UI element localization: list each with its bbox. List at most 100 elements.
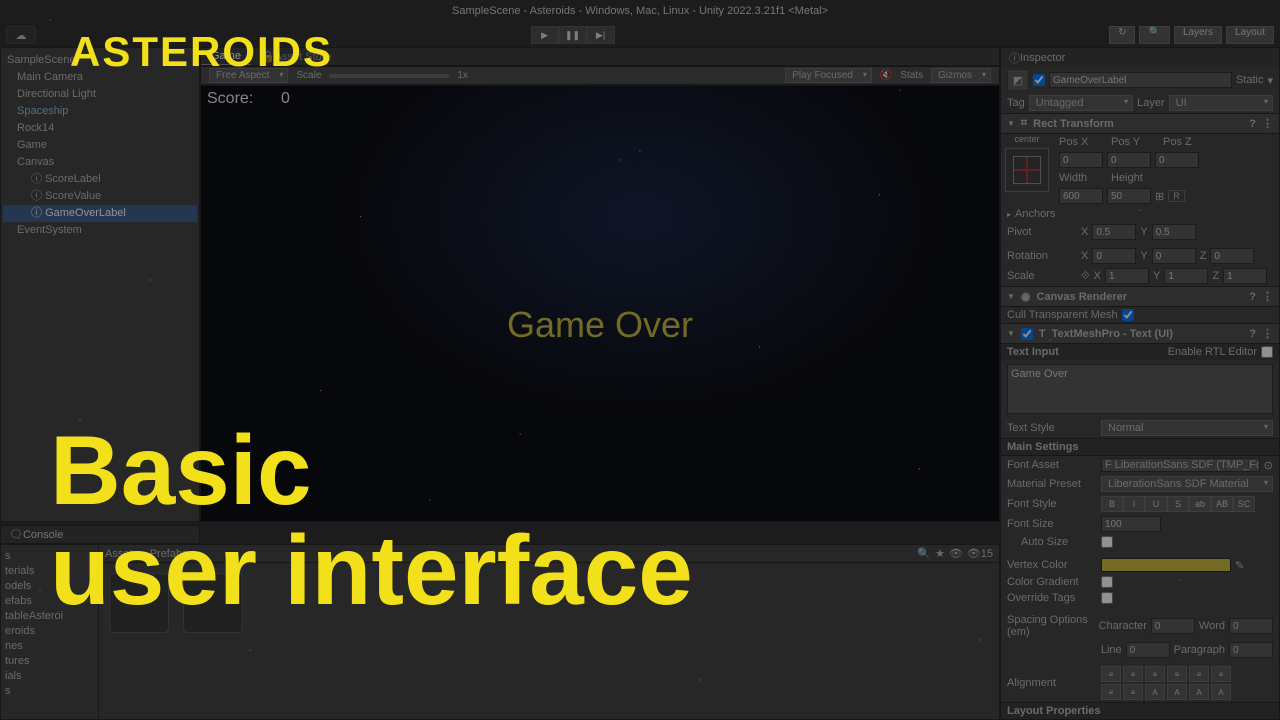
play-focused-dropdown[interactable]: Play Focused <box>785 68 872 83</box>
scale-y-field[interactable] <box>1164 268 1208 284</box>
color-gradient-checkbox[interactable] <box>1101 576 1113 588</box>
hidden-icon[interactable]: 👁 <box>949 547 963 560</box>
rot-y-field[interactable] <box>1152 248 1196 264</box>
gameobject-icon[interactable]: ◩ <box>1007 69 1029 91</box>
tag-dropdown[interactable]: Untagged <box>1029 95 1133 111</box>
hierarchy-item[interactable]: Game <box>3 137 197 154</box>
active-checkbox[interactable] <box>1033 74 1045 86</box>
align-center[interactable]: ≡ <box>1123 666 1143 682</box>
object-picker-icon[interactable]: ⊙ <box>1264 459 1273 472</box>
play-button[interactable]: ▶ <box>531 26 559 44</box>
help-icon[interactable]: ? <box>1249 118 1256 130</box>
scale-z-field[interactable] <box>1223 268 1267 284</box>
object-name-field[interactable] <box>1049 72 1232 88</box>
rot-z-field[interactable] <box>1210 248 1254 264</box>
tmp-text-input[interactable]: Game Over <box>1007 364 1273 414</box>
align-right[interactable]: ≡ <box>1145 666 1165 682</box>
cull-transparent-checkbox[interactable] <box>1122 309 1134 321</box>
auto-size-checkbox[interactable] <box>1101 536 1113 548</box>
tmp-enabled-checkbox[interactable] <box>1021 328 1033 340</box>
align-left[interactable]: ≡ <box>1101 666 1121 682</box>
gizmos-dropdown[interactable]: Gizmos <box>931 68 991 83</box>
style-bold[interactable]: B <box>1101 496 1123 512</box>
font-size-field[interactable] <box>1101 516 1161 532</box>
style-italic[interactable]: I <box>1123 496 1145 512</box>
align-capline[interactable]: A <box>1211 684 1231 700</box>
posz-field[interactable] <box>1155 152 1199 168</box>
hierarchy-item-selected[interactable]: ⓘ GameOverLabel <box>3 205 197 222</box>
align-flush[interactable]: ≡ <box>1189 666 1209 682</box>
eyedropper-icon[interactable]: ✎ <box>1235 559 1244 572</box>
more-icon[interactable]: ⋮ <box>1262 290 1273 303</box>
link-icon[interactable]: ⟐ <box>1081 270 1090 283</box>
text-style-dropdown[interactable]: Normal <box>1101 420 1273 436</box>
folder-item[interactable]: s <box>5 684 94 699</box>
align-midline[interactable]: A <box>1189 684 1209 700</box>
undo-history-icon[interactable]: ↻ <box>1109 26 1135 44</box>
align-middle[interactable]: ≡ <box>1123 684 1143 700</box>
cloud-icon[interactable]: ☁ <box>6 26 36 44</box>
layer-dropdown[interactable]: UI <box>1169 95 1273 111</box>
hierarchy-item[interactable]: Directional Light <box>3 86 197 103</box>
anchors-foldout[interactable]: Anchors <box>1015 208 1055 220</box>
rect-transform-header[interactable]: Rect Transform <box>1033 118 1114 130</box>
scale-x-field[interactable] <box>1105 268 1149 284</box>
hierarchy-item[interactable]: Spaceship <box>3 103 197 120</box>
font-asset-field[interactable]: F LiberationSans SDF (TMP_Font A <box>1101 458 1260 472</box>
pivot-x-field[interactable] <box>1092 224 1136 240</box>
spacing-word-field[interactable] <box>1229 618 1273 634</box>
tmp-header[interactable]: TextMeshPro - Text (UI) <box>1052 328 1173 340</box>
style-smallcaps[interactable]: SC <box>1233 496 1255 512</box>
folder-item[interactable]: eroids <box>5 624 94 639</box>
blueprint-icon[interactable]: ⊞ <box>1155 190 1164 203</box>
layers-dropdown[interactable]: Layers <box>1174 26 1222 44</box>
raw-edit-button[interactable]: R <box>1168 190 1185 202</box>
style-upper[interactable]: AB <box>1211 496 1233 512</box>
anchor-preset-button[interactable] <box>1005 148 1049 192</box>
pivot-y-field[interactable] <box>1152 224 1196 240</box>
pause-button[interactable]: ❚❚ <box>559 26 587 44</box>
rot-x-field[interactable] <box>1092 248 1136 264</box>
override-tags-checkbox[interactable] <box>1101 592 1113 604</box>
width-field[interactable] <box>1059 188 1103 204</box>
rtl-checkbox[interactable] <box>1261 346 1273 358</box>
hierarchy-item[interactable]: ⓘ ScoreValue <box>3 188 197 205</box>
spacing-line-field[interactable] <box>1126 642 1170 658</box>
hierarchy-item[interactable]: EventSystem <box>3 222 197 239</box>
mute-icon[interactable]: 🔇 <box>880 70 892 81</box>
search-icon[interactable]: 🔍 <box>1139 26 1169 44</box>
hierarchy-item[interactable]: Rock14 <box>3 120 197 137</box>
align-justify[interactable]: ≡ <box>1167 666 1187 682</box>
style-lower[interactable]: ab <box>1189 496 1211 512</box>
style-underline[interactable]: U <box>1145 496 1167 512</box>
search-icon[interactable]: 🔍 <box>917 547 931 560</box>
help-icon[interactable]: ? <box>1249 291 1256 303</box>
align-geo[interactable]: ≡ <box>1211 666 1231 682</box>
height-field[interactable] <box>1107 188 1151 204</box>
folder-item[interactable]: tures <box>5 654 94 669</box>
posy-field[interactable] <box>1107 152 1151 168</box>
static-dropdown[interactable]: ▾ <box>1267 74 1273 87</box>
style-strike[interactable]: S <box>1167 496 1189 512</box>
material-preset-dropdown[interactable]: LiberationSans SDF Material <box>1101 476 1273 492</box>
hierarchy-item[interactable]: ⓘ ScoreLabel <box>3 171 197 188</box>
folder-item[interactable]: nes <box>5 639 94 654</box>
folder-item[interactable]: ials <box>5 669 94 684</box>
align-top[interactable]: ≡ <box>1101 684 1121 700</box>
scale-slider[interactable] <box>329 74 449 78</box>
help-icon[interactable]: ? <box>1249 328 1256 340</box>
hierarchy-item[interactable]: Canvas <box>3 154 197 171</box>
stats-toggle[interactable]: Stats <box>900 70 923 81</box>
canvas-renderer-header[interactable]: Canvas Renderer <box>1037 291 1128 303</box>
align-baseline[interactable]: A <box>1167 684 1187 700</box>
vertex-color-field[interactable] <box>1101 558 1231 572</box>
step-button[interactable]: ▶| <box>587 26 615 44</box>
spacing-char-field[interactable] <box>1151 618 1195 634</box>
favorite-icon[interactable]: ★ <box>935 547 945 560</box>
more-icon[interactable]: ⋮ <box>1262 117 1273 130</box>
tab-inspector[interactable]: ⓘ Inspector <box>1001 48 1279 67</box>
spacing-para-field[interactable] <box>1229 642 1273 658</box>
align-bottom[interactable]: A <box>1145 684 1165 700</box>
posx-field[interactable] <box>1059 152 1103 168</box>
layout-dropdown[interactable]: Layout <box>1226 26 1274 44</box>
